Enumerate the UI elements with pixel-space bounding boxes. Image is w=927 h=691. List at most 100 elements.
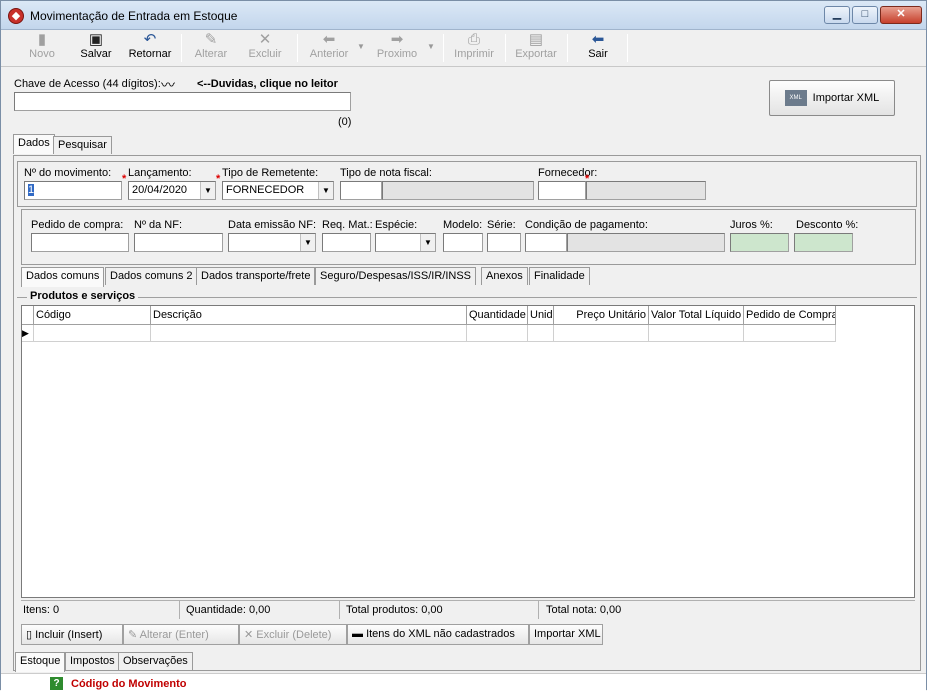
new-document-icon: ▮ [37,31,47,48]
arrow-right-icon: ➡ [390,31,404,48]
juros-field[interactable] [730,233,789,252]
current-row-arrow-icon: ▶ [22,325,34,342]
tab-seguro-despesas[interactable]: Seguro/Despesas/ISS/IR/INSS [315,267,477,285]
incluir-button[interactable]: ▯ Incluir (Insert) [21,624,123,645]
itens-xml-button[interactable]: ▬ Itens do XML não cadastrados [347,624,529,645]
status-quantidade: Quantidade: 0,00 [186,604,271,616]
table-cell[interactable] [528,325,554,342]
desconto-field[interactable] [794,233,853,252]
chevron-down-icon[interactable]: ▼ [318,182,333,199]
col-unid[interactable]: Unid [528,306,554,325]
tab-estoque[interactable]: Estoque [15,652,66,672]
required-marker: * [216,173,221,185]
proximo-label: Proximo [376,48,418,60]
status-itens: Itens: 0 [23,604,60,616]
tipo-nota-code-field[interactable] [340,181,382,200]
tab-observacoes[interactable]: Observações [118,652,193,670]
req-mat-field[interactable] [322,233,371,252]
novo-button[interactable]: ▮ Novo [21,31,63,65]
serie-field[interactable] [487,233,521,252]
importar-xml-label: Importar XML [812,92,880,104]
tray-icon: ▬ [352,628,363,640]
pedido-label: Pedido de compra: [31,219,124,231]
modelo-label: Modelo: [443,219,483,231]
minimize-button[interactable]: ▁ [824,6,850,24]
tab-transporte-frete[interactable]: Dados transporte/frete [196,267,316,285]
table-cell[interactable] [649,325,744,342]
chave-input[interactable] [14,92,351,111]
pedido-field[interactable] [31,233,129,252]
data-emissao-field[interactable]: ▼ [228,233,316,252]
chave-count: (0) [338,116,352,128]
proximo-button[interactable]: ➡ Proximo [373,31,421,65]
tab-dados-comuns[interactable]: Dados comuns [21,267,105,287]
table-cell[interactable] [34,325,151,342]
anterior-button[interactable]: ⬅ Anterior [305,31,353,65]
num-nf-label: Nº da NF: [134,219,183,231]
alterar-item-label: Alterar (Enter) [139,629,209,641]
tab-dados-comuns-2[interactable]: Dados comuns 2 [105,267,198,285]
tipo-rem-select[interactable]: FORNECEDOR ▼ [222,181,334,200]
juros-label: Juros %: [730,219,773,231]
edit-icon: ✎ [204,31,218,48]
col-codigo[interactable]: Código [34,306,151,325]
table-cell[interactable] [744,325,836,342]
proximo-dropdown-icon[interactable]: ▼ [427,42,435,51]
lancamento-field[interactable]: 20/04/2020 ▼ [128,181,216,200]
chevron-down-icon[interactable]: ▼ [300,234,315,251]
exportar-button[interactable]: ▤ Exportar [511,31,561,65]
main-window: ◆ Movimentação de Entrada em Estoque ▁ □… [0,0,927,691]
tab-finalidade[interactable]: Finalidade [529,267,590,285]
maximize-button[interactable]: □ [852,6,878,24]
excluir-button[interactable]: ✕ Excluir [243,31,287,65]
tab-anexos[interactable]: Anexos [481,267,528,285]
chevron-down-icon[interactable]: ▼ [420,234,435,251]
num-mov-field[interactable]: 1 [24,181,122,200]
fornecedor-code-field[interactable] [538,181,586,200]
tab-impostos[interactable]: Impostos [65,652,120,670]
data-emissao-label: Data emissão NF: [228,219,317,231]
importar-xml-grid-button[interactable]: Importar XML [529,624,603,645]
chevron-down-icon[interactable]: ▼ [200,182,215,199]
produtos-title: Produtos e serviços [27,290,139,302]
toolbar: ▮ Novo ▣ Salvar ↶ Retornar ✎ Alterar ✕ E… [1,30,926,67]
condicao-code-field[interactable] [525,233,567,252]
col-valor-total[interactable]: Valor Total Líquido [649,306,744,325]
col-pedido-compra[interactable]: Pedido de Compra [744,306,836,325]
retornar-button[interactable]: ↶ Retornar [125,31,175,65]
col-quantidade[interactable]: Quantidade [467,306,528,325]
table-cell[interactable] [554,325,649,342]
sair-button[interactable]: ⬅ Sair [579,31,617,65]
excluir-item-button[interactable]: ✕ Excluir (Delete) [239,624,347,645]
modelo-field[interactable] [443,233,483,252]
sair-label: Sair [588,48,608,60]
required-marker: * [122,173,127,185]
table-cell[interactable] [151,325,467,342]
alterar-button[interactable]: ✎ Alterar [189,31,233,65]
tab-dados[interactable]: Dados [13,134,55,154]
num-mov-value: 1 [28,184,35,196]
close-button[interactable]: ✕ [880,6,922,24]
importar-xml-button[interactable]: XML Importar XML [769,80,895,116]
num-nf-field[interactable] [134,233,223,252]
condicao-desc-field [567,233,725,252]
imprimir-button[interactable]: ⎙ Imprimir [451,31,497,65]
save-icon: ▣ [88,31,104,48]
alterar-item-button[interactable]: ✎ Alterar (Enter) [123,624,239,645]
col-descricao[interactable]: Descrição [151,306,467,325]
tab-pesquisar[interactable]: Pesquisar [53,136,112,154]
anterior-dropdown-icon[interactable]: ▼ [357,42,365,51]
salvar-button[interactable]: ▣ Salvar [75,31,117,65]
especie-select[interactable]: ▼ [375,233,436,252]
produtos-grid[interactable]: Código Descrição Quantidade Unid Preço U… [21,305,915,598]
serie-label: Série: [487,219,516,231]
export-folder-icon: ▤ [528,31,544,48]
hint-strip: ? Código do Movimento [1,673,926,691]
itens-xml-label: Itens do XML não cadastrados [366,628,515,640]
excluir-item-label: Excluir (Delete) [256,629,332,641]
col-preco-unitario[interactable]: Preço Unitário [554,306,649,325]
req-mat-label: Req. Mat.: [322,219,373,231]
table-cell[interactable] [467,325,528,342]
imprimir-label: Imprimir [454,48,494,60]
status-total-nota: Total nota: 0,00 [546,604,622,616]
